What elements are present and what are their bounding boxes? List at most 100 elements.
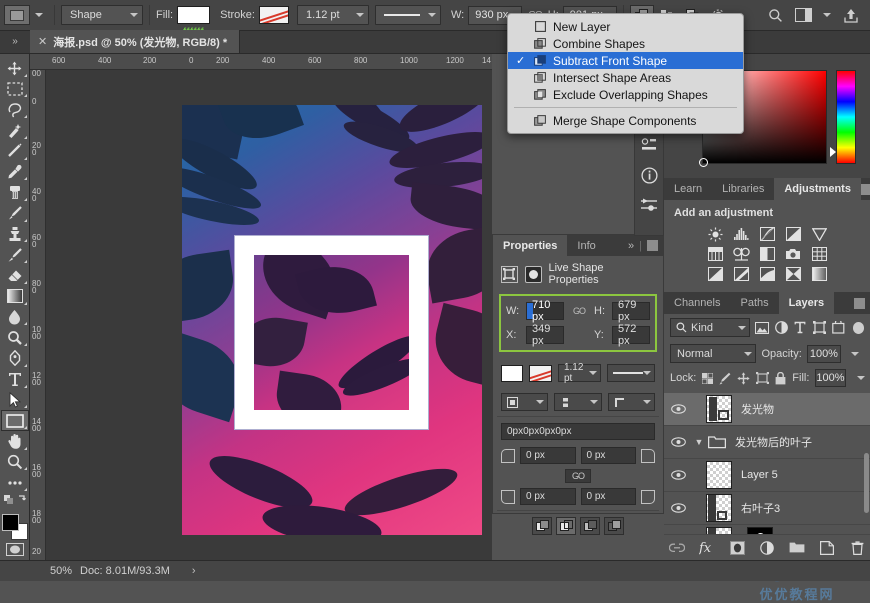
layer-thumbnail[interactable] — [706, 494, 732, 522]
stroke-style-select[interactable] — [374, 5, 441, 25]
horizontal-ruler[interactable]: 600 400 200 0 200 400 600 800 1000 1200 … — [30, 54, 492, 70]
combine-shapes-op-button[interactable] — [556, 517, 576, 535]
link-layers-icon[interactable] — [669, 539, 686, 556]
workspace-chevron-down-icon[interactable] — [823, 13, 831, 17]
brightness-contrast-icon[interactable] — [707, 226, 724, 242]
layer-name[interactable]: 发光物后的叶子 — [735, 434, 812, 450]
layer-visibility-toggle[interactable] — [664, 470, 692, 480]
adjustments-dock-icon[interactable] — [638, 195, 660, 215]
stroke-width-field[interactable]: 1.12 pt — [296, 5, 369, 25]
table-row[interactable]: 右叶子3 — [664, 492, 870, 525]
close-icon[interactable]: ✕ — [38, 35, 47, 48]
layer-thumbnail[interactable] — [706, 395, 732, 423]
tab-info[interactable]: Info — [567, 235, 605, 256]
filter-adjustment-icon[interactable] — [774, 320, 788, 336]
filter-kind-select[interactable]: Kind — [670, 318, 750, 337]
tab-paths[interactable]: Paths — [730, 292, 778, 314]
menu-item-new-layer[interactable]: New Layer — [508, 18, 743, 35]
color-chips[interactable] — [1, 513, 28, 540]
rectangular-marquee-tool[interactable] — [1, 79, 29, 100]
zoom-level[interactable]: 50% — [0, 565, 80, 577]
lock-image-pixels-icon[interactable] — [719, 371, 731, 385]
quick-mask-mode-button[interactable] — [1, 539, 29, 560]
table-row[interactable]: Layer 5 — [664, 459, 870, 492]
layer-visibility-toggle[interactable] — [664, 503, 692, 513]
menu-item-combine-shapes[interactable]: Combine Shapes — [508, 35, 743, 52]
layer-list[interactable]: 发光物 ▼ 发光物后的叶子 Layer 5 右叶子3 — [664, 393, 870, 534]
filter-type-icon[interactable] — [793, 320, 807, 336]
double-arrow-icon[interactable]: » — [628, 240, 634, 252]
invert-icon[interactable] — [733, 266, 750, 282]
panel-menu-icon[interactable] — [647, 240, 658, 251]
bottom-left-corner-icon[interactable] — [501, 489, 515, 504]
levels-icon[interactable] — [733, 226, 750, 242]
new-layer-op-button[interactable] — [532, 517, 552, 535]
layer-style-fx-icon[interactable]: fx — [699, 539, 716, 556]
canvas-area[interactable] — [46, 70, 492, 560]
blur-tool[interactable] — [1, 307, 29, 328]
edit-toolbar-button[interactable] — [1, 472, 29, 493]
tab-libraries[interactable]: Libraries — [712, 178, 774, 200]
filter-smart-object-icon[interactable] — [831, 320, 845, 336]
filter-pixel-icon[interactable] — [754, 320, 769, 336]
share-button[interactable] — [838, 4, 864, 26]
tab-properties[interactable]: Properties — [493, 235, 568, 256]
curves-icon[interactable] — [759, 226, 776, 242]
live-shape-icon[interactable] — [501, 265, 518, 283]
shape-width-input[interactable]: 710 px — [526, 299, 564, 323]
black-white-icon[interactable] — [759, 246, 776, 262]
channel-mixer-icon[interactable] — [811, 246, 828, 262]
fill-chevron-down-icon[interactable] — [856, 376, 865, 380]
artboard[interactable] — [182, 105, 482, 535]
stroke-cap-select[interactable] — [554, 393, 602, 411]
search-button[interactable] — [762, 4, 788, 26]
lock-artboard-nesting-icon[interactable] — [756, 371, 770, 385]
rectangle-tool[interactable] — [0, 410, 29, 431]
intersect-shape-areas-op-button[interactable] — [604, 517, 624, 535]
color-field-marker[interactable] — [699, 158, 708, 167]
opacity-chevron-down-icon[interactable] — [851, 351, 859, 356]
stroke-color-swatch[interactable] — [529, 364, 552, 382]
stroke-style-select[interactable] — [607, 364, 655, 382]
shape-mode-select[interactable]: Shape — [61, 5, 143, 25]
pen-tool[interactable] — [1, 348, 29, 369]
layer-name[interactable]: 右叶子3 — [741, 500, 780, 516]
foreground-color-chip[interactable] — [1, 513, 19, 531]
top-left-corner-icon[interactable] — [501, 448, 515, 463]
fill-color-swatch[interactable] — [501, 364, 524, 382]
layer-name[interactable]: 发光物 — [741, 401, 774, 417]
workspace-switcher-button[interactable] — [790, 4, 816, 26]
group-expand-chevron-down-icon[interactable]: ▼ — [692, 437, 706, 447]
vibrance-icon[interactable] — [811, 226, 828, 242]
horizontal-type-tool[interactable] — [1, 369, 29, 390]
shape-y-input[interactable]: 572 px — [612, 323, 650, 347]
menu-item-subtract-front-shape[interactable]: ✓ Subtract Front Shape — [508, 52, 743, 69]
shape-x-input[interactable]: 349 px — [526, 323, 564, 347]
new-group-icon[interactable] — [789, 539, 806, 556]
history-brush-tool[interactable] — [1, 244, 29, 265]
fill-input[interactable]: 100% — [815, 369, 846, 387]
tool-preset-picker[interactable] — [4, 5, 30, 25]
hue-saturation-icon[interactable] — [707, 246, 724, 262]
dodge-tool[interactable] — [1, 327, 29, 348]
tab-learn[interactable]: Learn — [664, 178, 712, 200]
info-dock-icon[interactable] — [638, 165, 660, 185]
path-selection-tool[interactable] — [1, 390, 29, 411]
table-row[interactable]: ▼ 发光物后的叶子 — [664, 426, 870, 459]
lock-position-icon[interactable] — [737, 371, 750, 385]
table-row[interactable]: 发光物 — [664, 393, 870, 426]
table-row[interactable]: 🔗 右叶子2 — [664, 525, 870, 534]
subtract-front-shape-op-button[interactable] — [580, 517, 600, 535]
layer-visibility-toggle[interactable] — [664, 404, 692, 414]
posterize-icon[interactable] — [759, 266, 776, 282]
shape-height-input[interactable]: 679 px — [612, 299, 650, 323]
stroke-width-field[interactable]: 1.12 pt — [557, 362, 601, 384]
eraser-tool[interactable] — [1, 265, 29, 286]
filter-toggle[interactable] — [852, 321, 864, 334]
eyedropper-tool[interactable] — [1, 162, 29, 183]
color-balance-icon[interactable] — [732, 246, 750, 262]
gradient-map-icon[interactable] — [811, 266, 828, 282]
gradient-tool[interactable] — [1, 286, 29, 307]
corner-radius-summary[interactable]: 0px0px0px0px — [501, 423, 655, 440]
bottom-right-radius-input[interactable]: 0 px — [580, 488, 636, 505]
